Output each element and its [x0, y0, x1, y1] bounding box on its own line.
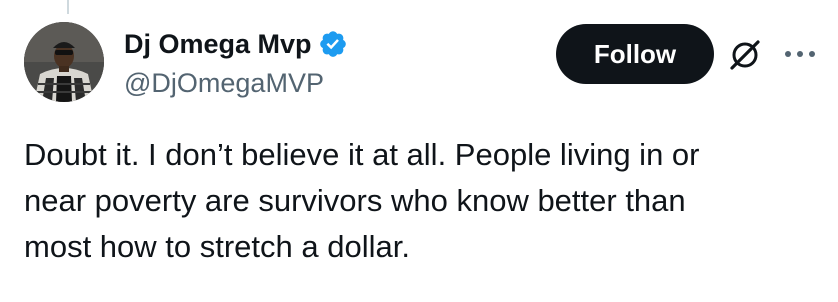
- avatar-image: [24, 22, 104, 102]
- author-name-row: Dj Omega Mvp: [124, 27, 348, 61]
- author-display-name[interactable]: Dj Omega Mvp: [124, 27, 312, 61]
- tweet-text-line: most how to stretch a dollar.: [24, 229, 410, 264]
- tweet-text-line: Doubt it. I don’t believe it at all. Peo…: [24, 137, 700, 172]
- more-horizontal-icon[interactable]: [780, 44, 820, 64]
- follow-button[interactable]: Follow: [556, 24, 714, 84]
- tweet-text: Doubt it. I don’t believe it at all. Peo…: [24, 132, 824, 270]
- grok-icon[interactable]: [728, 38, 762, 72]
- tweet-text-line: near poverty are survivors who know bett…: [24, 183, 686, 218]
- author-handle[interactable]: @DjOmegaMVP: [124, 66, 324, 100]
- thread-connector-line: [67, 0, 69, 14]
- verified-badge-icon[interactable]: [318, 29, 348, 59]
- avatar[interactable]: [24, 22, 104, 102]
